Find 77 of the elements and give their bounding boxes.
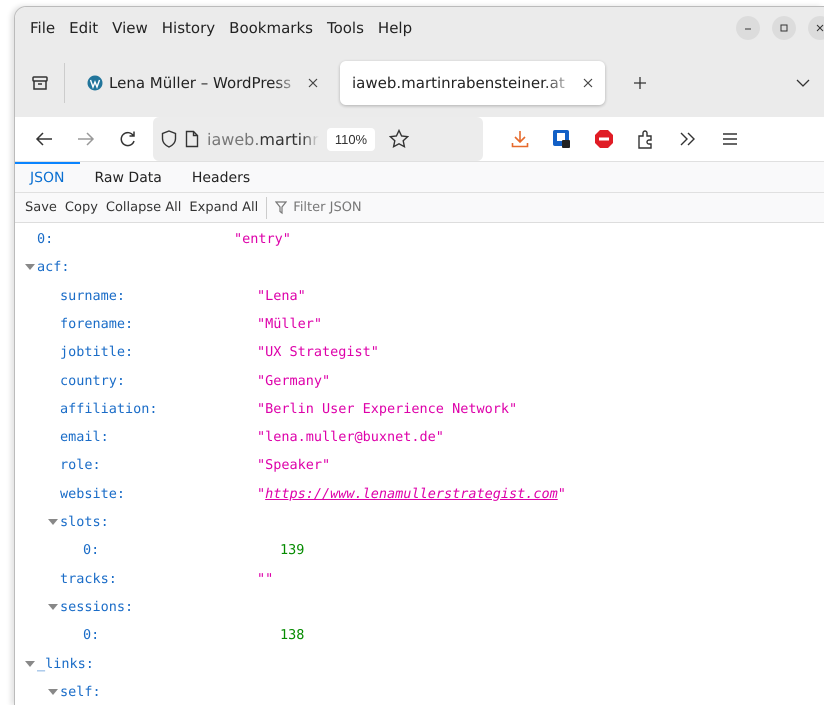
browser-tab[interactable]: Lena Müller – WordPress — [75, 61, 330, 105]
string-value: "Germany" — [257, 372, 330, 389]
url-link[interactable]: https://www.lenamullerstrategist.com — [265, 486, 558, 502]
expanded-triangle-icon[interactable] — [25, 660, 35, 668]
viewer-tab[interactable]: Headers — [176, 162, 266, 192]
page-icon — [185, 130, 199, 148]
json-key: affiliation: — [60, 400, 158, 417]
menu-item[interactable]: Bookmarks — [222, 19, 320, 37]
json-key: tracks: — [60, 570, 117, 587]
menu-item[interactable]: View — [105, 19, 155, 37]
close-icon[interactable] — [583, 78, 593, 88]
json-key: slots: — [60, 514, 109, 530]
w-logo-icon — [87, 75, 103, 91]
link-value: "https://www.lenamullerstrategist.com" — [257, 486, 566, 502]
string-value: "UX Strategist" — [257, 344, 379, 360]
toolbar-button[interactable]: Copy — [60, 200, 102, 216]
lock-badge-icon — [552, 129, 572, 149]
download-icon — [511, 130, 529, 148]
browser-tab[interactable]: iaweb.martinrabensteiner.at — [340, 61, 605, 105]
json-key: jobtitle: — [60, 344, 134, 360]
filter-field[interactable]: Filter JSON — [291, 199, 496, 216]
plus-icon — [633, 76, 647, 90]
reload-icon — [119, 130, 137, 148]
json-key: 0: — [83, 627, 100, 644]
shield-icon — [161, 130, 177, 148]
json-key: role: — [60, 457, 101, 474]
expanded-triangle-icon[interactable] — [48, 602, 58, 611]
json-key: website: — [60, 486, 126, 502]
tab-title: Lena Müller – WordPress — [109, 74, 292, 92]
string-value: "Lena" — [257, 288, 306, 304]
stop-sign-icon — [594, 129, 614, 149]
close-icon — [815, 23, 824, 33]
tab-title: iaweb.martinrabensteiner.at — [352, 74, 566, 92]
viewer-tab[interactable]: Raw Data — [80, 162, 177, 192]
star-icon[interactable] — [389, 129, 410, 149]
json-key: acf: — [37, 259, 70, 276]
string-value: "" — [257, 570, 274, 587]
menu-item[interactable]: File — [23, 19, 62, 37]
json-key: forename: — [60, 316, 134, 332]
url-text: iaweb.martinr — [207, 130, 319, 148]
json-key: email: — [60, 429, 109, 446]
close-icon[interactable] — [308, 78, 318, 88]
json-key: 0: — [37, 231, 54, 248]
expanded-triangle-icon[interactable] — [48, 518, 58, 526]
json-key: sessions: — [60, 598, 134, 615]
menu-item[interactable]: Edit — [62, 19, 106, 37]
menu-item[interactable]: Help — [370, 19, 420, 37]
zoom-level-button[interactable]: 110% — [326, 128, 376, 150]
chevron-down-icon — [796, 78, 810, 88]
json-key: 0: — [83, 542, 100, 558]
address-bar[interactable]: iaweb.martinr 110% — [153, 117, 483, 161]
number-value: 139 — [280, 542, 304, 558]
back-arrow-icon — [35, 131, 53, 147]
toolbar-button[interactable]: Save — [21, 200, 61, 216]
toolbar-button[interactable]: Collapse All — [102, 200, 186, 216]
double-chevron-icon — [679, 132, 697, 146]
expanded-triangle-icon[interactable] — [48, 688, 58, 696]
toolbar-button[interactable]: Expand All — [185, 200, 262, 216]
funnel-icon — [275, 200, 288, 215]
maximize-icon — [779, 23, 789, 33]
json-key: self: — [60, 684, 101, 700]
string-value: "Müller" — [257, 316, 322, 332]
number-value: 138 — [280, 627, 304, 644]
json-key: _links: — [37, 656, 94, 672]
menu-icon — [722, 132, 738, 146]
forward-arrow-icon — [77, 131, 95, 147]
maximize-button[interactable] — [772, 16, 796, 40]
menu-item[interactable]: Tools — [320, 19, 371, 37]
string-value: "lena.muller@buxnet.de" — [257, 429, 444, 446]
menu-item[interactable]: History — [154, 19, 222, 37]
string-value: "entry" — [234, 231, 291, 248]
json-key: country: — [60, 372, 126, 389]
expanded-triangle-icon[interactable] — [25, 263, 35, 272]
json-key: surname: — [60, 288, 126, 304]
string-value: "Berlin User Experience Network" — [257, 400, 518, 417]
tray-icon — [30, 75, 48, 91]
string-value: "Speaker" — [257, 457, 330, 474]
